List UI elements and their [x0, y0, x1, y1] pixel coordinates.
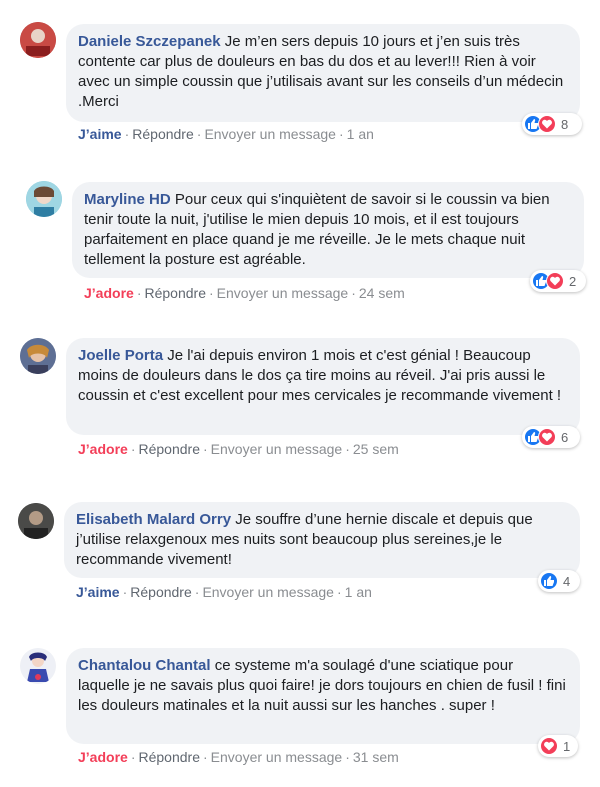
reaction-summary[interactable]: 1 — [538, 735, 578, 757]
avatar[interactable] — [20, 648, 56, 684]
reply-button[interactable]: Répondre — [138, 749, 200, 765]
reaction-count: 1 — [563, 738, 571, 754]
love-icon — [540, 737, 558, 755]
comment-actions: J’adore · Répondre · Envoyer un message · 31 s… — [78, 749, 399, 765]
timestamp[interactable]: 31 sem — [353, 749, 399, 765]
comment-5: Chantalou Chantal ce systeme m'a soulagé… — [0, 0, 600, 787]
comment-author[interactable]: Chantalou Chantal — [78, 657, 211, 674]
love-reaction-button[interactable]: J’adore — [78, 749, 128, 765]
comment-bubble: Chantalou Chantal ce systeme m'a soulagé… — [66, 648, 580, 744]
send-message-button[interactable]: Envoyer un message — [211, 749, 343, 765]
